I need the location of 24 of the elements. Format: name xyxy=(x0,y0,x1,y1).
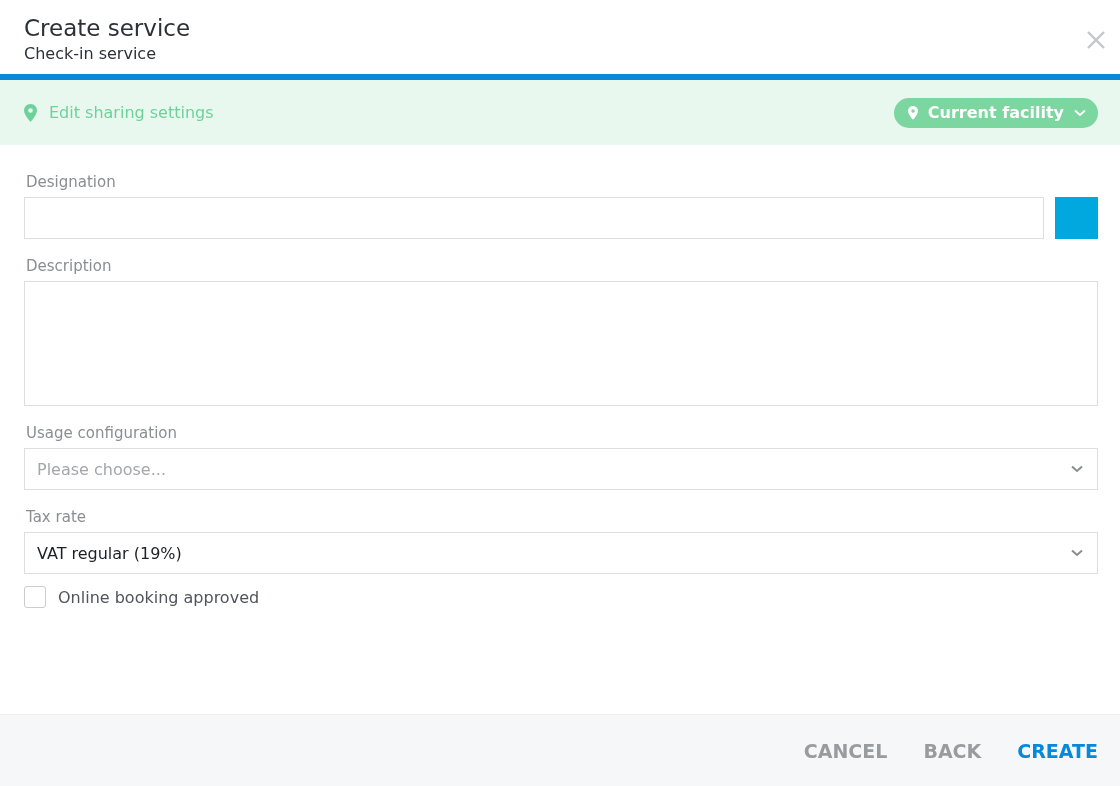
checkbox-label: Online booking approved xyxy=(58,587,260,607)
checkbox[interactable] xyxy=(24,586,46,608)
color-picker[interactable] xyxy=(1055,197,1098,239)
select-field[interactable]: Please choose... xyxy=(24,448,1098,490)
field-label: Designation xyxy=(25,173,117,191)
field-label: Usage configuration xyxy=(25,424,178,442)
chevron-down-icon xyxy=(1071,549,1083,557)
chevron-down-icon xyxy=(1074,108,1086,117)
footer-button[interactable]: BACK xyxy=(915,733,990,768)
close-icon[interactable] xyxy=(1086,30,1106,50)
facility-dropdown[interactable]: Current facility xyxy=(893,97,1098,128)
dialog-subtitle: Check-in service xyxy=(24,43,157,65)
field-label: Description xyxy=(25,257,113,275)
select-field[interactable]: VAT regular (19%) xyxy=(24,532,1098,574)
footer-button[interactable]: CANCEL xyxy=(795,733,896,768)
create-button[interactable]: CREATE xyxy=(1009,733,1106,768)
field-label: Tax rate xyxy=(25,508,87,526)
textarea-field[interactable] xyxy=(24,281,1098,406)
chevron-down-icon xyxy=(1071,465,1083,473)
input-field[interactable] xyxy=(24,197,1044,239)
dialog-title: Create service xyxy=(24,14,191,42)
edit-sharing-link[interactable]: Edit sharing settings xyxy=(49,103,214,122)
map-pin-icon xyxy=(907,105,918,120)
map-pin-icon xyxy=(24,103,37,122)
